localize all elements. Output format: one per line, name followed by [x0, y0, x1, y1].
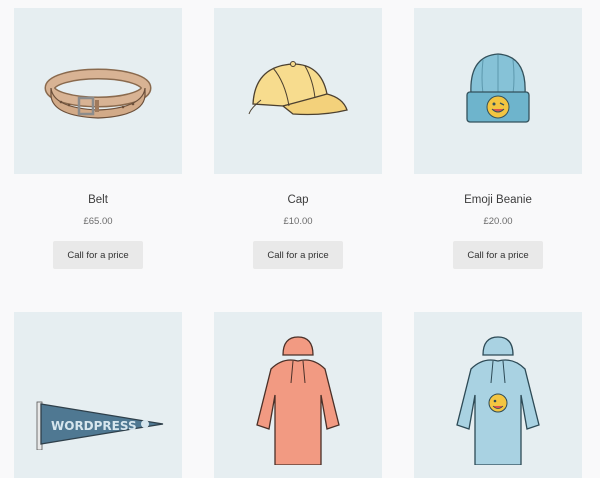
belt-image — [44, 68, 152, 119]
product-image-hoodie-with-logo[interactable] — [414, 312, 582, 478]
product-grid: Belt £65.00 Call for a price Cap £10.00 … — [14, 8, 584, 478]
product-image-pennant[interactable]: WORDPRESS — [14, 312, 182, 478]
product-image-belt[interactable] — [14, 8, 182, 174]
product-price: £20.00 — [483, 216, 513, 227]
product-card-cap: Cap £10.00 Call for a price — [214, 8, 382, 269]
product-image-cap[interactable] — [214, 8, 382, 174]
pennant-text: WORDPRESS — [51, 419, 137, 433]
product-card-hoodie — [214, 312, 382, 478]
beanie-image — [466, 53, 530, 123]
product-image-beanie[interactable] — [414, 8, 582, 174]
pennant-image: WORDPRESS — [36, 401, 164, 450]
product-card-emoji-beanie: Emoji Beanie £20.00 Call for a price — [414, 8, 582, 269]
product-card-pennant: WORDPRESS — [14, 312, 182, 478]
hoodie-image — [256, 336, 340, 465]
product-name[interactable]: Emoji Beanie — [414, 193, 582, 207]
call-for-price-button[interactable]: Call for a price — [453, 241, 543, 269]
hoodie-with-logo-image — [456, 336, 540, 465]
product-price: £65.00 — [83, 216, 113, 227]
call-for-price-button[interactable]: Call for a price — [53, 241, 143, 269]
cap-image — [248, 61, 348, 116]
product-name[interactable]: Cap — [214, 193, 382, 207]
product-card-hoodie-with-logo — [414, 312, 582, 478]
product-card-belt: Belt £65.00 Call for a price — [14, 8, 182, 269]
product-price: £10.00 — [283, 216, 313, 227]
product-name[interactable]: Belt — [14, 193, 182, 207]
product-image-hoodie[interactable] — [214, 312, 382, 478]
call-for-price-button[interactable]: Call for a price — [253, 241, 343, 269]
